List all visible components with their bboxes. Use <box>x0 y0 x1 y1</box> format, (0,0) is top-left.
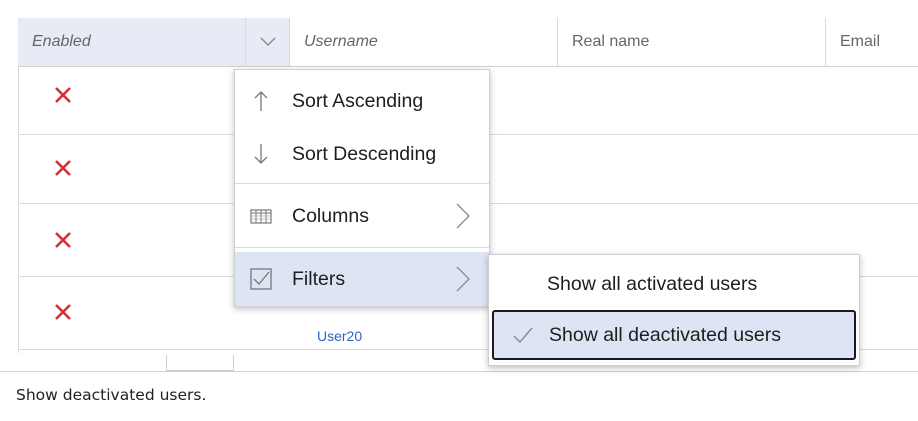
red-x-icon <box>55 232 71 248</box>
column-menu-trigger[interactable] <box>246 18 290 66</box>
column-header-username[interactable]: Username <box>290 18 558 66</box>
column-header-email[interactable]: Email <box>826 18 918 66</box>
status-text: Show deactivated users. <box>16 386 207 404</box>
checkbox-checked-icon <box>250 268 272 290</box>
submenu-item-show-activated[interactable]: Show all activated users <box>489 259 859 309</box>
submenu-item-show-deactivated[interactable]: Show all deactivated users <box>492 310 856 360</box>
menu-item-filters[interactable]: Filters <box>235 252 489 306</box>
checkmark-icon <box>513 327 533 344</box>
column-header-username-label: Username <box>304 33 378 50</box>
menu-item-label: Filters <box>292 268 346 290</box>
menu-item-sort-ascending[interactable]: Sort Ascending <box>235 74 489 128</box>
grid-header: Enabled Username Real name Email <box>18 18 918 67</box>
column-header-real-name[interactable]: Real name <box>558 18 826 66</box>
page-number-input[interactable] <box>166 355 234 371</box>
chevron-down-icon <box>260 37 275 46</box>
menu-item-sort-descending[interactable]: Sort Descending <box>235 127 489 181</box>
arrow-up-icon <box>254 91 268 111</box>
username-link[interactable]: User20 <box>317 328 362 344</box>
submenu-item-label: Show all activated users <box>547 273 758 295</box>
menu-item-columns[interactable]: Columns <box>235 189 489 243</box>
red-x-icon <box>55 160 71 176</box>
status-bar: Show deactivated users. <box>0 371 918 421</box>
filters-submenu: Show all activated users Show all deacti… <box>488 254 860 366</box>
screen: Enabled Username Real name Email User20 … <box>0 0 918 421</box>
column-header-enabled[interactable]: Enabled <box>18 18 246 66</box>
menu-item-label: Columns <box>292 205 369 227</box>
column-menu: Sort Ascending Sort Descending Columns F… <box>234 69 490 307</box>
red-x-icon <box>55 304 71 320</box>
chevron-right-icon <box>456 203 470 229</box>
menu-separator <box>235 183 489 184</box>
menu-item-label: Sort Ascending <box>292 90 424 112</box>
column-header-real-name-label: Real name <box>572 33 650 50</box>
columns-icon <box>250 209 272 224</box>
column-header-enabled-label: Enabled <box>32 33 91 50</box>
arrow-down-icon <box>254 144 268 164</box>
chevron-right-icon <box>456 266 470 292</box>
red-x-icon <box>55 87 71 103</box>
submenu-item-label: Show all deactivated users <box>549 324 781 346</box>
menu-item-label: Sort Descending <box>292 143 437 165</box>
column-header-email-label: Email <box>840 33 881 50</box>
menu-separator <box>235 247 489 248</box>
